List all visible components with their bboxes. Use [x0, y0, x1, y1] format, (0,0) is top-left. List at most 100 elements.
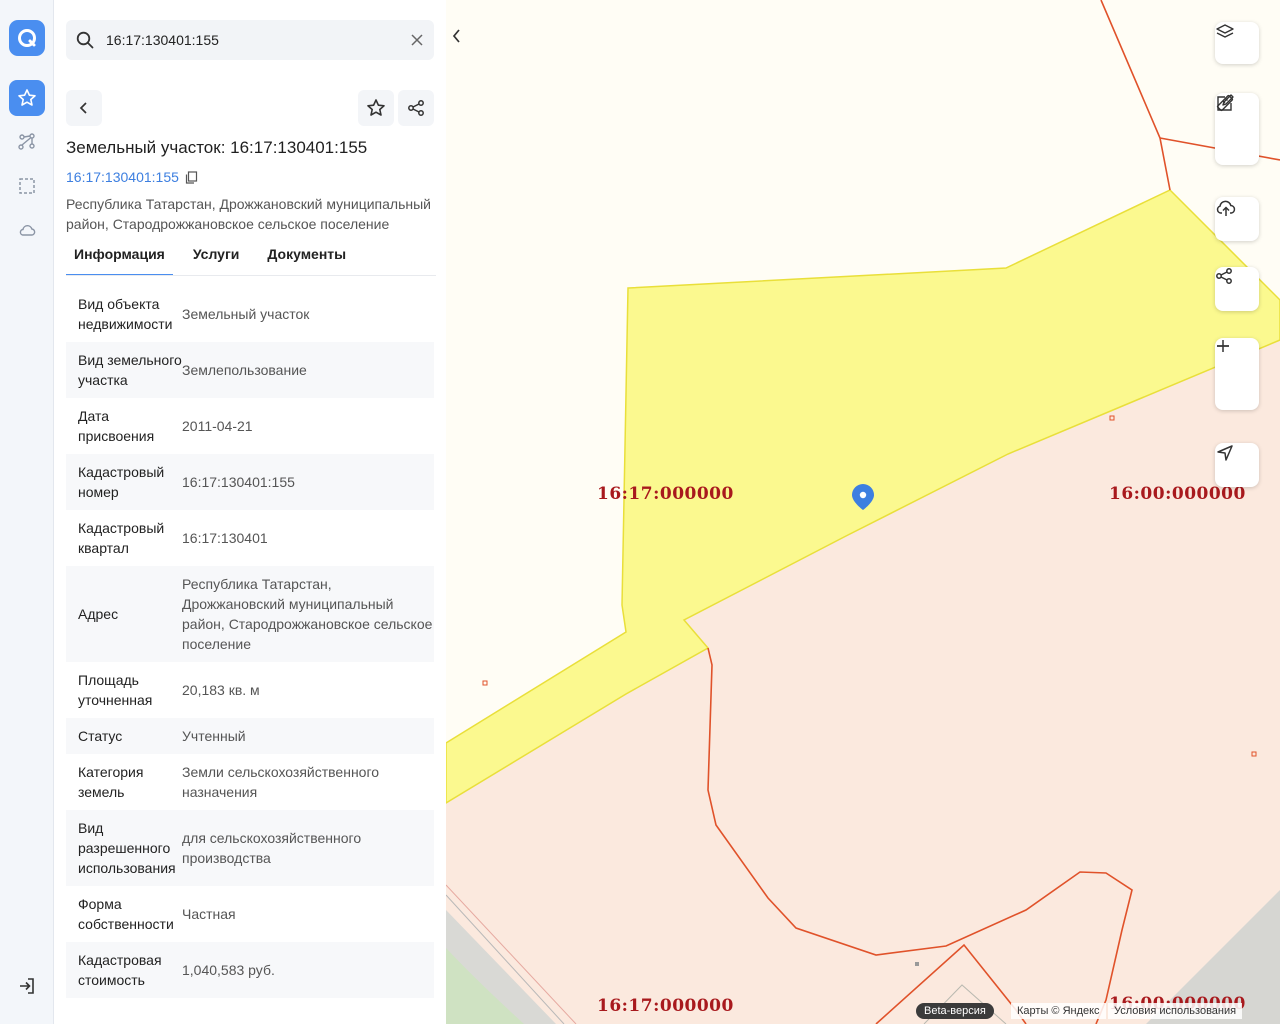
cadastral-label: 16:00:000000: [1109, 484, 1246, 504]
zoom-control: [1215, 338, 1259, 410]
chevron-left-icon: [452, 29, 460, 43]
tab-services[interactable]: Услуги: [185, 244, 248, 276]
upload-control: [1215, 197, 1259, 241]
collapse-panel-button[interactable]: [446, 22, 468, 50]
row-key: Вид разрешенного использования: [78, 820, 176, 876]
table-row: Статус Учтенный: [66, 718, 434, 754]
row-value: Землепользование: [182, 362, 307, 378]
table-row: Адрес Республика Татарстан, Дрожжановский…: [66, 566, 434, 662]
table-row: Кадастровый квартал 16:17:130401: [66, 510, 434, 566]
share-button[interactable]: [398, 90, 434, 126]
cadastral-number-text[interactable]: 16:17:130401:155: [66, 169, 179, 185]
page-title: Земельный участок: 16:17:130401:155: [66, 138, 368, 157]
favorites-button[interactable]: [9, 80, 45, 116]
point-marker: [482, 680, 488, 686]
logout-button[interactable]: [9, 968, 45, 1004]
cloud-button[interactable]: [9, 212, 45, 248]
row-value: 2011-04-21: [182, 418, 253, 434]
zoom-out-button[interactable]: [1215, 345, 1259, 410]
boundary-line: [1100, 0, 1171, 191]
row-key: Вид объекта недвижимости: [78, 296, 173, 332]
share-icon: [408, 100, 424, 116]
row-key: Дата присвоения: [78, 408, 155, 444]
share-map-control: [1215, 267, 1259, 311]
row-value: Земли сельскохозяйственного назначения: [182, 764, 380, 800]
row-key: Вид земельного участка: [78, 352, 182, 388]
row-value: для сельскохозяйственного производства: [182, 830, 362, 866]
geolocation-control: [1215, 443, 1259, 487]
row-value: 16:17:130401: [182, 530, 268, 546]
edit-button[interactable]: [1215, 94, 1259, 165]
beta-badge: Beta-версия: [916, 1003, 994, 1019]
table-row: Форма собственности Частная: [66, 886, 434, 942]
search-box: [66, 20, 434, 60]
table-row: Дата присвоения 2011-04-21: [66, 398, 434, 454]
search-input[interactable]: [106, 30, 396, 50]
login-icon: [20, 978, 34, 994]
app-logo[interactable]: [9, 20, 45, 56]
object-address: Республика Татарстан, Дрожжановский муни…: [66, 196, 431, 232]
panel-bottom-fade: [54, 1002, 446, 1024]
cadastral-map-layer: [446, 0, 1280, 1024]
table-row: Вид объекта недвижимости Земельный участо…: [66, 286, 434, 342]
row-value: Земельный участок: [182, 306, 310, 322]
row-value: 16:17:130401:155: [182, 474, 295, 490]
table-row: Кадастровый номер 16:17:130401:155: [66, 454, 434, 510]
row-value: Частная: [182, 906, 236, 922]
row-value: 20,183 кв. м: [182, 682, 260, 698]
row-key: Кадастровый квартал: [78, 520, 165, 556]
routes-button[interactable]: [9, 124, 45, 160]
row-key: Статус: [78, 728, 123, 744]
favorite-button[interactable]: [358, 90, 394, 126]
info-panel: Земельный участок: 16:17:130401:155 16:1…: [54, 0, 446, 1024]
row-value: Республика Татарстан, Дрожжановский муни…: [182, 576, 433, 652]
geolocation-button[interactable]: [1215, 443, 1259, 487]
route-icon: [18, 133, 35, 150]
star-icon: [18, 89, 36, 106]
cloud-upload-icon: [1216, 200, 1236, 216]
layers-control: [1215, 22, 1259, 64]
table-row: Вид разрешенного использования для сельск…: [66, 810, 434, 886]
star-outline-icon: [367, 99, 385, 116]
row-value: Учтенный: [182, 728, 246, 744]
dashed-square-icon: [19, 178, 35, 194]
point-marker: [915, 962, 919, 966]
navigation-arrow-icon: [1217, 445, 1233, 461]
tools-control: [1215, 93, 1259, 165]
row-key: Кадастровый номер: [78, 464, 165, 500]
copy-icon[interactable]: [185, 170, 198, 184]
row-key: Форма собственности: [78, 896, 174, 932]
table-row: Площадь уточненная 20,183 кв. м: [66, 662, 434, 718]
select-area-button[interactable]: [9, 168, 45, 204]
row-key: Категория земель: [78, 764, 144, 800]
tab-documents[interactable]: Документы: [259, 244, 354, 276]
map-view[interactable]: 16:17:000000 16:00:000000 16:17:000000 1…: [446, 0, 1280, 1024]
left-rail: [0, 0, 54, 1024]
map-copyright[interactable]: Карты © Яндекс: [1011, 1003, 1106, 1019]
cadastral-number-link[interactable]: 16:17:130401:155: [66, 169, 198, 185]
tab-information[interactable]: Информация: [66, 244, 173, 276]
table-row: Вид земельного участка Землепользование: [66, 342, 434, 398]
share-map-button[interactable]: [1215, 267, 1259, 311]
info-table: Вид объекта недвижимости Земельный участо…: [66, 286, 434, 998]
cadastral-label: 16:17:000000: [597, 996, 734, 1016]
row-key: Кадастровая стоимость: [78, 952, 162, 988]
layers-icon: [1216, 24, 1234, 38]
share-icon: [1216, 268, 1232, 284]
upload-button[interactable]: [1215, 197, 1259, 241]
row-key: Площадь уточненная: [78, 672, 153, 708]
layers-button[interactable]: [1215, 22, 1259, 64]
search-icon: [76, 31, 94, 53]
table-row: Кадастровая стоимость 1,040,583 руб.: [66, 942, 434, 998]
logo-icon: [18, 29, 36, 47]
cloud-icon: [19, 225, 36, 236]
chevron-left-icon: [79, 102, 87, 114]
cadastral-label: 16:17:000000: [597, 484, 734, 504]
clear-search-icon[interactable]: [410, 32, 424, 51]
tabs: Информация Услуги Документы: [66, 244, 366, 276]
edit-icon: [1217, 94, 1234, 111]
table-row: Категория земель Земли сельскохозяйственн…: [66, 754, 434, 810]
back-button[interactable]: [66, 90, 102, 126]
tabs-divider: [66, 275, 436, 276]
terms-link[interactable]: Условия использования: [1108, 1003, 1243, 1019]
